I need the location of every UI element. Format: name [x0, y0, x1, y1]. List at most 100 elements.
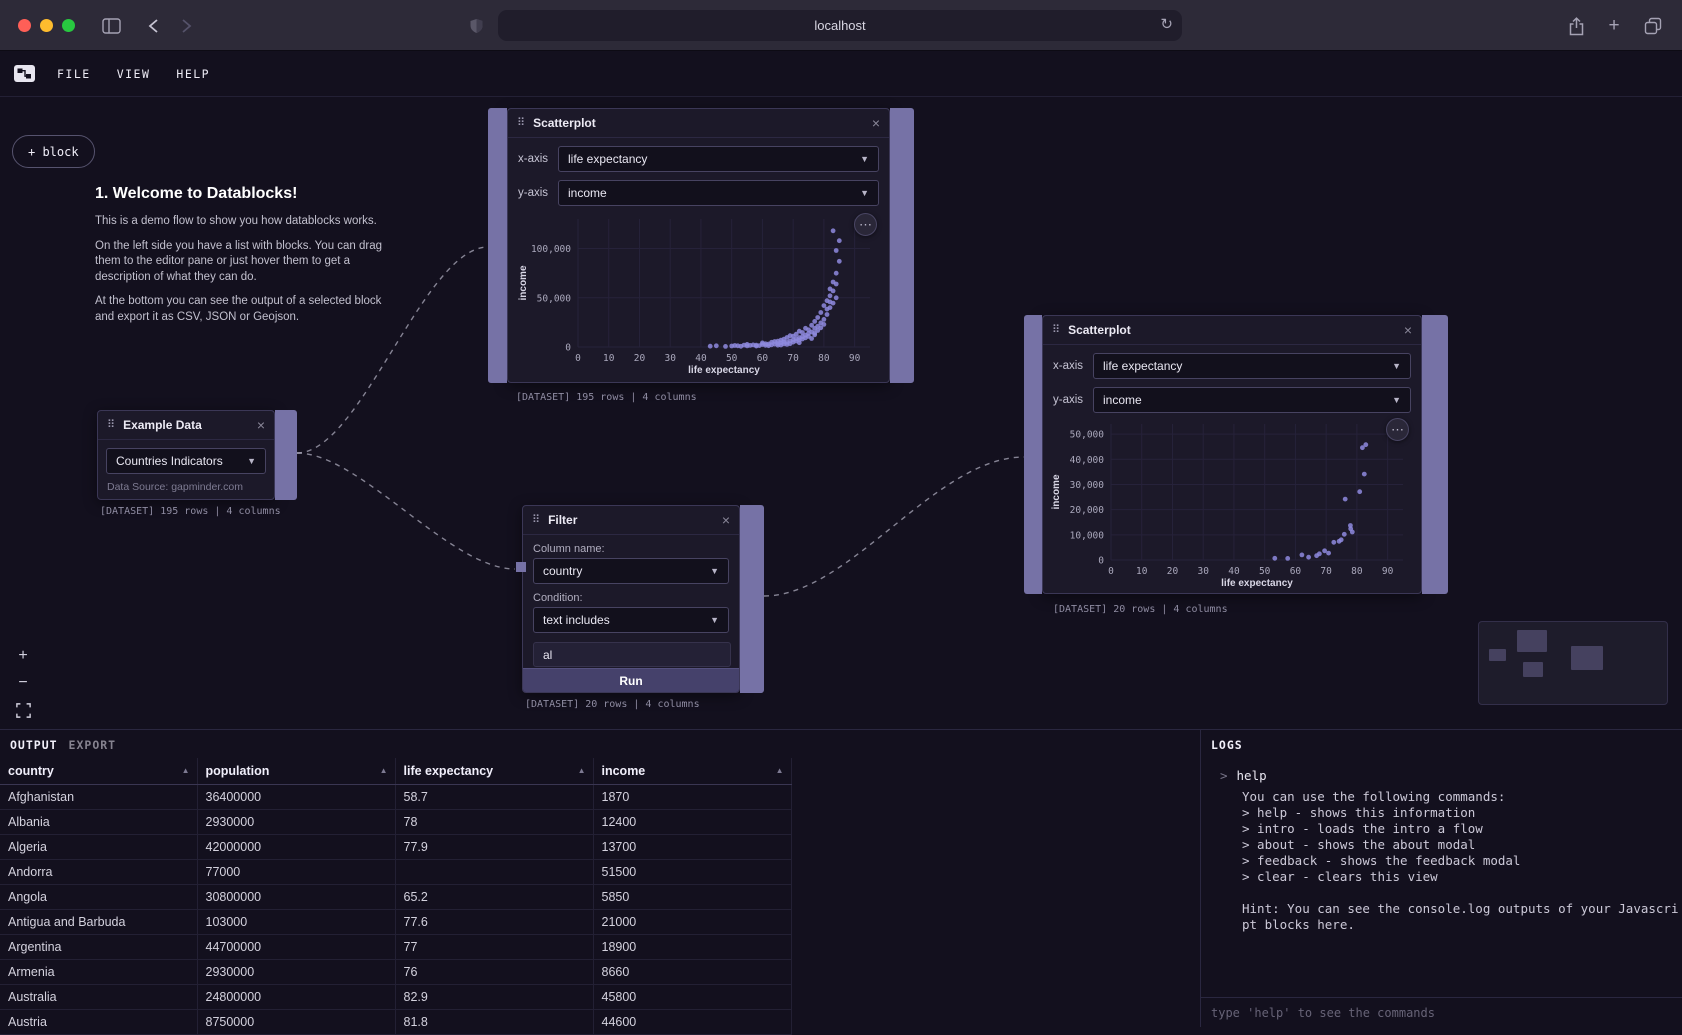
output-panel: OUTPUT EXPORT country▲population▲life ex… — [0, 730, 1201, 1027]
table-cell: Antigua and Barbuda — [0, 909, 197, 934]
node-scatterplot-right[interactable]: ⠿ Scatterplot × x-axis life expectancy ▼… — [1042, 315, 1422, 594]
table-row[interactable]: Antigua and Barbuda10300077.621000 — [0, 909, 791, 934]
log-command-input[interactable] — [1201, 1006, 1682, 1020]
table-row[interactable]: Australia2480000082.945800 — [0, 984, 791, 1009]
sort-asc-icon[interactable]: ▲ — [182, 766, 190, 775]
traffic-light-maximize[interactable] — [62, 19, 75, 32]
filter-query-input[interactable] — [533, 642, 731, 667]
column-header[interactable]: income▲ — [593, 758, 791, 784]
privacy-report-button[interactable] — [463, 13, 489, 39]
run-button[interactable]: Run — [523, 668, 739, 692]
plus-icon: + — [1608, 15, 1619, 37]
node-title-bar[interactable]: ⠿ Scatterplot × — [1043, 316, 1421, 345]
node-filter[interactable]: ⠿ Filter × Column name: country ▼ Condit… — [522, 505, 740, 693]
tab-export[interactable]: EXPORT — [69, 738, 117, 752]
svg-text:90: 90 — [1382, 566, 1394, 577]
table-row[interactable]: Armenia2930000768660 — [0, 959, 791, 984]
drag-handle-icon[interactable]: ⠿ — [107, 420, 115, 431]
condition-select[interactable]: text includes ▼ — [533, 607, 729, 633]
sort-asc-icon[interactable]: ▲ — [776, 766, 784, 775]
bottom-panel: OUTPUT EXPORT country▲population▲life ex… — [0, 729, 1682, 1027]
url-text[interactable]: localhost — [814, 18, 865, 33]
forward-button[interactable] — [173, 13, 199, 39]
chart-options-button[interactable]: ⋯ — [1386, 418, 1409, 441]
back-button[interactable] — [140, 13, 166, 39]
share-button[interactable] — [1563, 13, 1589, 39]
tab-overview-button[interactable] — [1640, 13, 1666, 39]
traffic-light-minimize[interactable] — [40, 19, 53, 32]
table-row[interactable]: Austria875000081.844600 — [0, 1009, 791, 1034]
table-row[interactable]: Argentina447000007718900 — [0, 934, 791, 959]
table-row[interactable]: Albania29300007812400 — [0, 809, 791, 834]
node-example-data[interactable]: ⠿ Example Data × Countries Indicators ▼ … — [97, 410, 275, 500]
x-axis-select[interactable]: life expectancy ▼ — [558, 146, 879, 172]
close-icon[interactable]: × — [1404, 323, 1412, 337]
output-connector-bar[interactable] — [275, 410, 297, 500]
table-cell: 51500 — [593, 859, 791, 884]
tabs-overview-icon — [1644, 17, 1662, 35]
add-block-button[interactable]: + block — [12, 135, 95, 168]
input-connector-bar[interactable] — [488, 108, 507, 383]
drag-handle-icon[interactable]: ⠿ — [532, 515, 540, 526]
log-command: help — [1237, 768, 1267, 783]
table-row[interactable]: Algeria4200000077.913700 — [0, 834, 791, 859]
new-tab-button[interactable]: + — [1601, 13, 1627, 39]
chevron-down-icon: ▼ — [860, 154, 869, 164]
column-header[interactable]: population▲ — [197, 758, 395, 784]
svg-text:0: 0 — [575, 353, 581, 364]
output-connector-bar[interactable] — [1422, 315, 1448, 594]
tab-output[interactable]: OUTPUT — [10, 738, 58, 752]
svg-text:life expectancy: life expectancy — [688, 365, 760, 376]
log-line: > feedback - shows the feedback modal — [1242, 853, 1682, 869]
chart-options-button[interactable]: ⋯ — [854, 213, 877, 236]
fit-view-button[interactable] — [14, 701, 32, 719]
close-icon[interactable]: × — [872, 116, 880, 130]
menu-help[interactable]: HELP — [176, 67, 210, 81]
drag-handle-icon[interactable]: ⠿ — [1052, 325, 1060, 336]
column-header[interactable]: life expectancy▲ — [395, 758, 593, 784]
flow-canvas[interactable]: + block 1. Welcome to Datablocks! This i… — [0, 97, 1682, 729]
close-icon[interactable]: × — [722, 513, 730, 527]
dataset-select[interactable]: Countries Indicators ▼ — [106, 448, 266, 474]
y-axis-label: y-axis — [1053, 394, 1093, 406]
output-connector-bar[interactable] — [740, 505, 764, 693]
node-scatterplot-top[interactable]: ⠿ Scatterplot × x-axis life expectancy ▼… — [507, 108, 890, 383]
output-connector-bar[interactable] — [890, 108, 914, 383]
node-title-bar[interactable]: ⠿ Example Data × — [98, 411, 274, 440]
sidebar-toggle-button[interactable] — [98, 13, 124, 39]
menu-view[interactable]: VIEW — [117, 67, 151, 81]
menu-file[interactable]: FILE — [57, 67, 91, 81]
x-axis-select[interactable]: life expectancy ▼ — [1093, 353, 1411, 379]
zoom-in-button[interactable]: + — [14, 647, 32, 665]
app-logo-icon[interactable] — [13, 64, 37, 83]
column-header[interactable]: country▲ — [0, 758, 197, 784]
minimap[interactable] — [1478, 621, 1668, 705]
column-select[interactable]: country ▼ — [533, 558, 729, 584]
sort-asc-icon[interactable]: ▲ — [578, 766, 586, 775]
y-axis-select[interactable]: income ▼ — [1093, 387, 1411, 413]
traffic-light-close[interactable] — [18, 19, 31, 32]
svg-text:50,000: 50,000 — [1070, 430, 1105, 441]
node-title-bar[interactable]: ⠿ Filter × — [523, 506, 739, 535]
table-row[interactable]: Afghanistan3640000058.71870 — [0, 784, 791, 809]
sort-asc-icon[interactable]: ▲ — [380, 766, 388, 775]
welcome-paragraph: On the left side you have a list with bl… — [95, 239, 397, 286]
svg-text:80: 80 — [1351, 566, 1363, 577]
table-row[interactable]: Angola3080000065.25850 — [0, 884, 791, 909]
url-bar[interactable]: localhost ↻ — [498, 10, 1182, 41]
input-port[interactable] — [516, 562, 526, 572]
input-connector-bar[interactable] — [1024, 315, 1042, 594]
chevron-down-icon: ▼ — [860, 188, 869, 198]
zoom-out-button[interactable]: − — [14, 674, 32, 692]
refresh-icon[interactable]: ↻ — [1160, 15, 1173, 33]
drag-handle-icon[interactable]: ⠿ — [517, 118, 525, 129]
close-icon[interactable]: × — [257, 418, 265, 432]
column-name-label: Column name: — [533, 543, 729, 555]
svg-text:40,000: 40,000 — [1070, 455, 1105, 466]
y-axis-select[interactable]: income ▼ — [558, 180, 879, 206]
app-menubar: FILE VIEW HELP — [0, 51, 1682, 97]
table-row[interactable]: Andorra7700051500 — [0, 859, 791, 884]
y-axis-value: income — [1103, 393, 1142, 407]
node-title-bar[interactable]: ⠿ Scatterplot × — [508, 109, 889, 138]
y-axis-label: y-axis — [518, 187, 558, 199]
